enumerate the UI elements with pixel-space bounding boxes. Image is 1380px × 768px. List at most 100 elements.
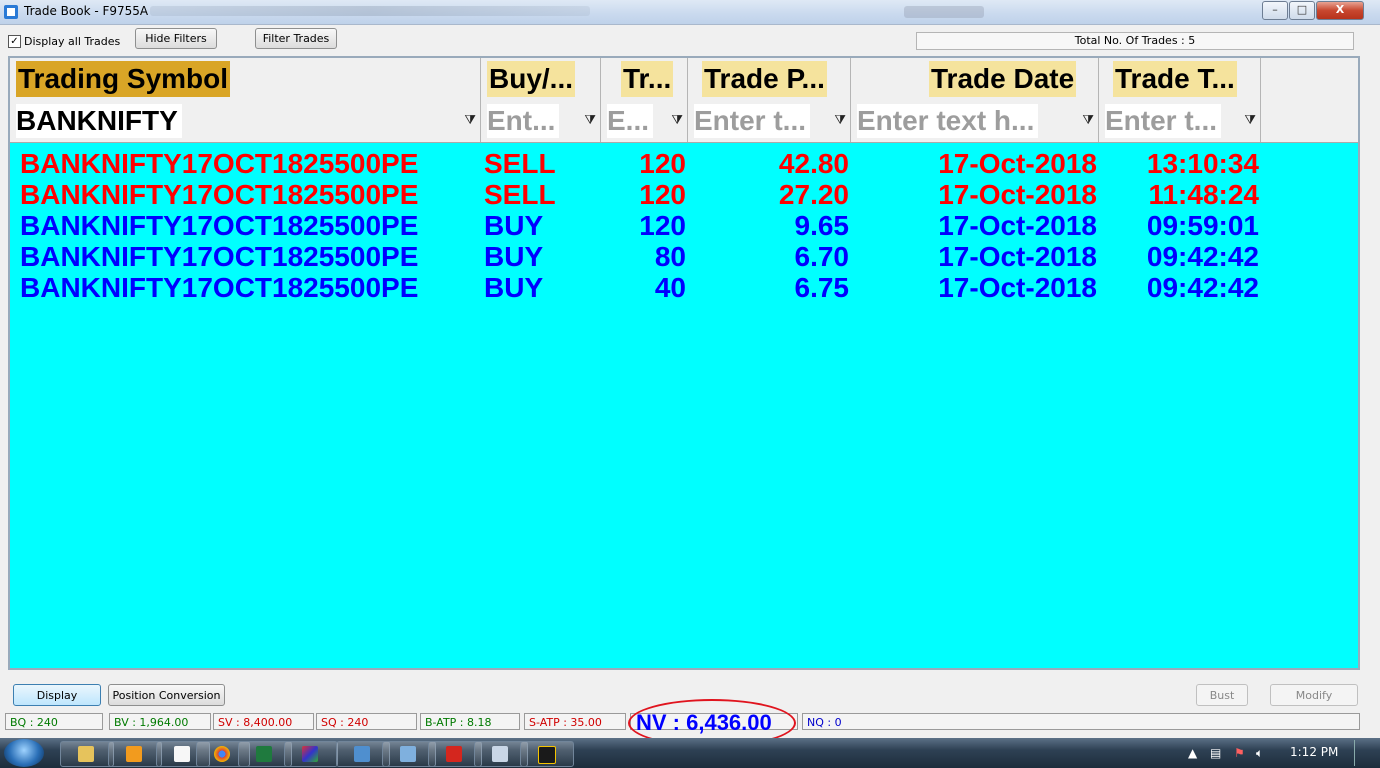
column-header-label: Trade P... (702, 61, 827, 97)
table-row[interactable]: BANKNIFTY17OCT1825500PE SELL 120 42.80 1… (10, 148, 1300, 179)
volume-icon[interactable]: 🔈︎ (1256, 746, 1263, 761)
hide-filters-button[interactable]: Hide Filters (135, 28, 217, 49)
minimize-button[interactable]: – (1262, 1, 1288, 20)
cell-side: SELL (484, 179, 556, 210)
table-row[interactable]: BANKNIFTY17OCT1825500PE BUY 40 6.75 17-O… (10, 272, 1300, 303)
filter-cell-trade-time[interactable]: Enter t... ⧩ (1099, 100, 1261, 142)
cell-price: 27.20 (778, 179, 849, 210)
column-header-label: Trade T... (1113, 61, 1237, 97)
cell-date: 17-Oct-2018 (938, 210, 1097, 241)
show-hidden-icons-icon[interactable]: ▲ (1188, 746, 1197, 760)
filter-input-trading-symbol[interactable]: BANKNIFTY (16, 104, 182, 138)
filter-input-buy-sell[interactable]: Ent... (487, 104, 560, 138)
status-bq: BQ : 240 (5, 713, 103, 730)
cell-date: 17-Oct-2018 (938, 148, 1097, 179)
display-button[interactable]: Display (13, 684, 101, 706)
network-icon[interactable]: ▤ (1210, 746, 1221, 760)
cell-symbol: BANKNIFTY17OCT1825500PE (20, 179, 419, 210)
cell-time: 09:59:01 (1146, 210, 1259, 241)
clock[interactable]: 1:12 PM (1290, 745, 1338, 759)
maximize-button[interactable]: □ (1289, 1, 1315, 20)
blurred-title-text-right (904, 6, 984, 18)
cell-price: 6.70 (794, 241, 850, 272)
cell-side: BUY (484, 241, 544, 272)
status-nq: NQ : 0 (802, 713, 1360, 730)
filter-funnel-icon[interactable]: ⧩ (464, 114, 476, 127)
column-header-trade-price[interactable]: Trade P... (688, 58, 851, 100)
column-header-trading-symbol[interactable]: Trading Symbol (10, 58, 481, 100)
cell-qty: 80 (654, 241, 686, 272)
cell-qty: 120 (639, 179, 686, 210)
status-bv: BV : 1,964.00 (109, 713, 211, 730)
cell-time: 11:48:24 (1148, 179, 1259, 210)
filter-input-trade-date[interactable]: Enter text h... (857, 104, 1039, 138)
filter-funnel-icon[interactable]: ⧩ (1082, 114, 1094, 127)
filter-trades-button[interactable]: Filter Trades (255, 28, 337, 49)
modify-button[interactable]: Modify (1270, 684, 1358, 706)
filter-cell-trade-date[interactable]: Enter text h... ⧩ (851, 100, 1099, 142)
status-satp: S-ATP : 35.00 (524, 713, 626, 730)
cell-date: 17-Oct-2018 (938, 241, 1097, 272)
bust-button[interactable]: Bust (1196, 684, 1248, 706)
filter-cell-trading-symbol[interactable]: BANKNIFTY ⧩ (10, 100, 481, 142)
display-all-trades-label: Display all Trades (24, 35, 121, 48)
table-row[interactable]: BANKNIFTY17OCT1825500PE BUY 80 6.70 17-O… (10, 241, 1300, 272)
filter-funnel-icon[interactable]: ⧩ (1244, 114, 1256, 127)
filter-cell-trade-price[interactable]: Enter t... ⧩ (688, 100, 851, 142)
app-icon (4, 4, 18, 19)
cell-price: 42.80 (778, 148, 849, 179)
checkbox-check-icon[interactable]: ✓ (8, 35, 21, 48)
status-batp: B-ATP : 8.18 (420, 713, 520, 730)
chart-app-icon[interactable] (520, 741, 574, 767)
cell-qty: 120 (639, 210, 686, 241)
cell-side: SELL (484, 148, 556, 179)
cell-symbol: BANKNIFTY17OCT1825500PE (20, 148, 419, 179)
table-row[interactable]: BANKNIFTY17OCT1825500PE BUY 120 9.65 17-… (10, 210, 1300, 241)
filter-input-trade-time[interactable]: Enter t... (1105, 104, 1222, 138)
cell-symbol: BANKNIFTY17OCT1825500PE (20, 241, 419, 272)
table-row[interactable]: BANKNIFTY17OCT1825500PE SELL 120 27.20 1… (10, 179, 1300, 210)
filter-funnel-icon[interactable]: ⧩ (584, 114, 596, 127)
column-header-trade-qty[interactable]: Tr... (601, 58, 688, 100)
cell-date: 17-Oct-2018 (938, 179, 1097, 210)
cell-qty: 40 (654, 272, 686, 303)
cell-side: BUY (484, 272, 544, 303)
status-sq: SQ : 240 (316, 713, 417, 730)
column-header-label: Tr... (621, 61, 674, 97)
cell-time: 09:42:42 (1146, 272, 1259, 303)
app-triangle-icon[interactable] (284, 741, 338, 767)
column-header-label: Trade Date (929, 61, 1077, 97)
display-all-trades-checkbox[interactable]: ✓ Display all Trades (8, 35, 120, 48)
filter-input-trade-price[interactable]: Enter t... (694, 104, 811, 138)
close-button[interactable]: X (1316, 1, 1364, 20)
filter-funnel-icon[interactable]: ⧩ (671, 114, 683, 127)
grid-filter-row: BANKNIFTY ⧩ Ent... ⧩ E... ⧩ Enter t... ⧩… (10, 100, 1358, 143)
filter-funnel-icon[interactable]: ⧩ (834, 114, 846, 127)
cell-symbol: BANKNIFTY17OCT1825500PE (20, 272, 419, 303)
column-header-label: Trading Symbol (16, 61, 231, 97)
action-center-flag-icon[interactable]: ⚑ (1234, 746, 1245, 760)
filter-input-trade-qty[interactable]: E... (607, 104, 654, 138)
explorer-icon[interactable] (60, 741, 114, 767)
total-trades-count: Total No. Of Trades : 5 (916, 32, 1354, 50)
column-header-trade-date[interactable]: Trade Date (851, 58, 1099, 100)
cell-qty: 120 (639, 148, 686, 179)
show-desktop-button[interactable] (1354, 740, 1365, 766)
column-header-trade-time[interactable]: Trade T... (1099, 58, 1261, 100)
media-player-icon[interactable] (108, 741, 162, 767)
status-sv: SV : 8,400.00 (213, 713, 314, 730)
start-button[interactable] (4, 739, 44, 767)
cell-time: 13:10:34 (1146, 148, 1259, 179)
cell-date: 17-Oct-2018 (938, 272, 1097, 303)
column-header-label: Buy/... (487, 61, 576, 97)
cell-symbol: BANKNIFTY17OCT1825500PE (20, 210, 419, 241)
window-title: Trade Book - F9755A (24, 4, 149, 18)
cell-price: 9.65 (794, 210, 850, 241)
cell-time: 09:42:42 (1146, 241, 1259, 272)
position-conversion-button[interactable]: Position Conversion (108, 684, 225, 706)
grid-header-row: Trading Symbol Buy/... Tr... Trade P... … (10, 58, 1358, 101)
cell-side: BUY (484, 210, 544, 241)
column-header-buy-sell[interactable]: Buy/... (481, 58, 601, 100)
filter-cell-buy-sell[interactable]: Ent... ⧩ (481, 100, 601, 142)
filter-cell-trade-qty[interactable]: E... ⧩ (601, 100, 688, 142)
